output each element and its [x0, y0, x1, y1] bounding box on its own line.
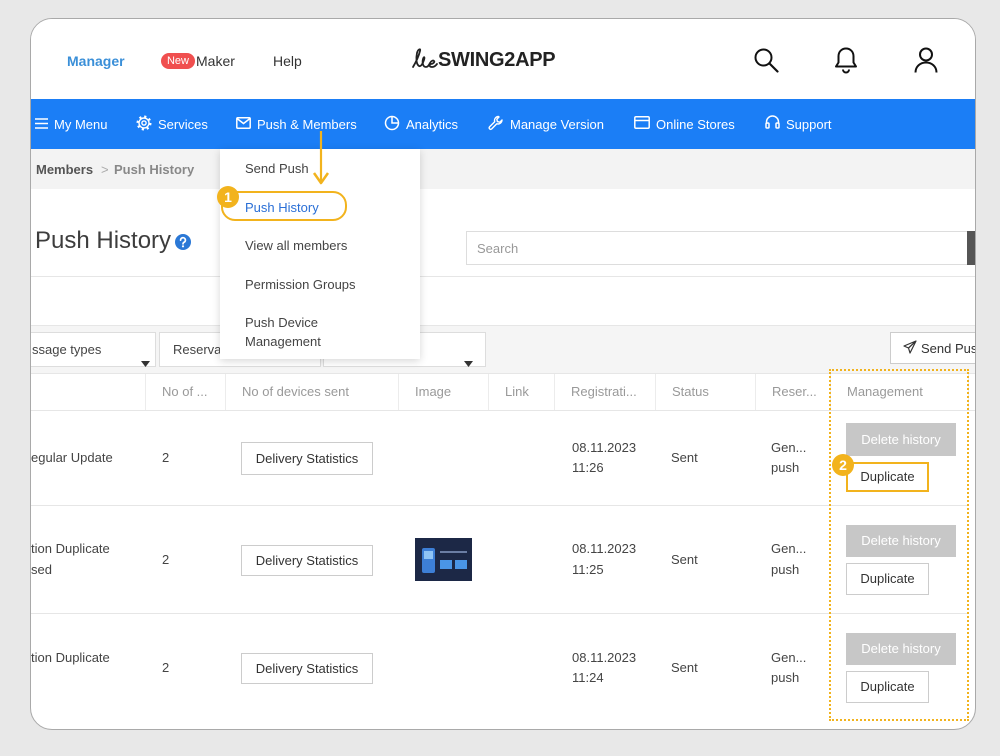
wrench-icon [488, 115, 504, 134]
bell-icon[interactable] [833, 46, 859, 79]
divider [31, 276, 975, 277]
row-title[interactable]: egular Update [31, 449, 113, 467]
nav-item-label: Analytics [406, 116, 459, 132]
annotation-badge-1: 1 [217, 186, 239, 208]
row-title[interactable]: tion Duplicate [31, 649, 110, 667]
envelope-icon [236, 116, 251, 132]
column-header-image[interactable]: Image [399, 374, 489, 410]
user-icon[interactable] [913, 46, 939, 79]
select-value: ssage types [32, 342, 102, 357]
search-input[interactable] [466, 231, 969, 265]
row-count: 2 [162, 450, 170, 465]
help-link[interactable]: Help [273, 52, 302, 70]
top-header: Manager New Maker Help SWING2APP [31, 19, 975, 99]
app-window: Manager New Maker Help SWING2APP My Menu… [30, 18, 976, 730]
nav-item-manage-version[interactable]: Manage Version [488, 99, 604, 149]
row-title[interactable]: tion Duplicate [31, 540, 110, 558]
breadcrumb-separator: > [101, 162, 109, 177]
nav-item-services[interactable]: Services [136, 99, 208, 149]
nav-item-label: Manage Version [510, 116, 604, 132]
row-count: 2 [162, 660, 170, 675]
column-header-title [31, 374, 146, 410]
main-nav: My Menu Services Push & Members Analytic… [31, 99, 975, 149]
row-time: 11:24 [572, 670, 604, 685]
maker-link[interactable]: Maker [196, 52, 235, 70]
menu-item-permission-groups[interactable]: Permission Groups [245, 275, 356, 294]
menu-item-view-all-members[interactable]: View all members [245, 236, 347, 255]
row-status: Sent [671, 450, 698, 465]
select-value: Reserva [173, 342, 222, 357]
annotation-highlight-management [829, 369, 969, 721]
row-reservation: push [771, 670, 800, 685]
nav-item-label: Push & Members [257, 116, 357, 132]
column-header-status[interactable]: Status [656, 374, 756, 410]
row-status: Sent [671, 552, 698, 567]
row-reservation: push [771, 460, 800, 475]
nav-item-label: Services [158, 116, 208, 132]
row-date: 08.11.2023 [572, 541, 637, 556]
send-push-label: Send Push [921, 340, 975, 356]
column-header-registration[interactable]: Registrati... [555, 374, 656, 410]
annotation-arrow [311, 129, 331, 192]
logo-script-icon [411, 47, 439, 76]
column-header-reservation[interactable]: Reser... [756, 374, 831, 410]
search-button[interactable] [967, 231, 975, 265]
headset-icon [765, 115, 780, 133]
delivery-statistics-button[interactable]: Delivery Statistics [241, 442, 373, 475]
nav-item-online-stores[interactable]: Online Stores [634, 99, 735, 149]
nav-item-my-menu[interactable]: My Menu [35, 99, 107, 149]
gear-icon [136, 115, 152, 134]
row-reservation: Gen... [771, 440, 807, 455]
nav-item-label: Online Stores [656, 116, 735, 132]
row-count: 2 [162, 552, 170, 567]
nav-item-push-members[interactable]: Push & Members [236, 99, 357, 149]
menu-icon [35, 117, 48, 132]
nav-item-label: Support [786, 116, 832, 132]
page-title: Push History [35, 227, 172, 254]
paper-plane-icon [903, 339, 917, 357]
breadcrumb-parent[interactable]: Members [36, 161, 93, 179]
send-push-button[interactable]: Send Push [890, 332, 975, 364]
breadcrumb: Members > Push History [31, 149, 975, 189]
new-badge: New [161, 53, 195, 69]
pie-chart-icon [384, 115, 400, 134]
row-title[interactable]: sed [31, 561, 52, 579]
question-circle-icon[interactable] [175, 234, 191, 255]
delivery-statistics-button[interactable]: Delivery Statistics [241, 545, 373, 576]
nav-item-label: My Menu [54, 116, 108, 132]
manager-link[interactable]: Manager [67, 52, 125, 70]
logo-text[interactable]: SWING2APP [438, 48, 556, 72]
search-icon[interactable] [753, 47, 779, 78]
row-date: 08.11.2023 [572, 440, 637, 455]
column-header-count[interactable]: No of ... [146, 374, 226, 410]
menu-item-push-device-management[interactable]: Push Device Management [245, 313, 365, 351]
column-header-link[interactable]: Link [489, 374, 555, 410]
delivery-statistics-button[interactable]: Delivery Statistics [241, 653, 373, 684]
row-reservation: push [771, 562, 800, 577]
nav-item-support[interactable]: Support [765, 99, 832, 149]
row-date: 08.11.2023 [572, 650, 637, 665]
card-icon [634, 116, 650, 132]
breadcrumb-current: Push History [114, 162, 195, 177]
nav-item-analytics[interactable]: Analytics [384, 99, 458, 149]
row-time: 11:26 [572, 460, 604, 475]
message-types-select[interactable]: ssage types [31, 332, 156, 367]
column-header-devices[interactable]: No of devices sent [226, 374, 399, 410]
annotation-highlight-push-history [221, 191, 347, 221]
annotation-badge-2: 2 [832, 454, 854, 476]
row-time: 11:25 [572, 562, 604, 577]
row-status: Sent [671, 660, 698, 675]
row-reservation: Gen... [771, 541, 807, 556]
row-reservation: Gen... [771, 650, 807, 665]
menu-item-send-push[interactable]: Send Push [245, 159, 309, 178]
push-image-thumbnail[interactable] [415, 538, 472, 586]
